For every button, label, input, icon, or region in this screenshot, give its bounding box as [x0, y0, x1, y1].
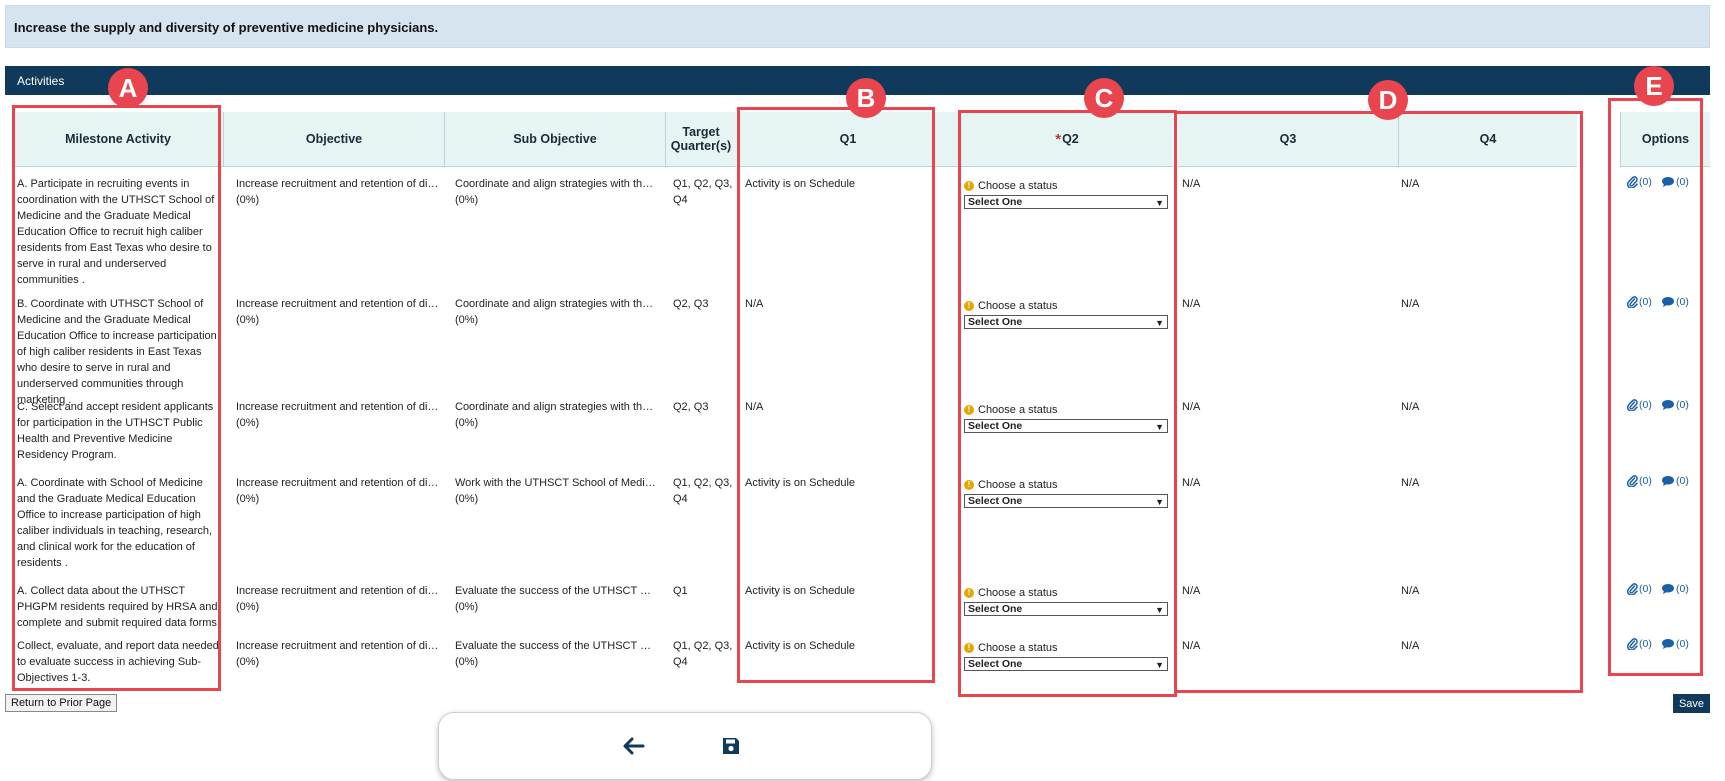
sub-objective-text: Coordinate and align strategies with the… — [455, 178, 658, 190]
target-quarters: Q2, Q3 — [673, 401, 709, 413]
target-quarters: Q1, Q2, Q3, Q4 — [673, 477, 733, 505]
objective-text: Increase recruitment and retention of di… — [236, 178, 439, 190]
sub-objective-text: Coordinate and align strategies with the… — [455, 298, 658, 310]
header-target-quarters: Target Quarter(s) — [666, 112, 736, 167]
sub-objective-percent: (0%) — [455, 601, 479, 613]
target-quarters: Q1, Q2, Q3, Q4 — [673, 640, 733, 668]
return-to-prior-page-button[interactable]: Return to Prior Page — [5, 694, 118, 712]
callout-box-c — [958, 110, 1177, 697]
objective-percent: (0%) — [236, 493, 260, 505]
callout-box-d — [1174, 111, 1583, 693]
callout-box-a — [12, 105, 221, 691]
objective-text: Increase recruitment and retention of di… — [236, 640, 439, 652]
objective-text: Increase recruitment and retention of di… — [236, 298, 439, 310]
sub-objective-percent: (0%) — [455, 417, 479, 429]
floppy-disk-icon[interactable] — [721, 736, 741, 756]
callout-box-e — [1608, 98, 1703, 676]
callout-badge-a: A — [108, 68, 148, 108]
objective-text: Increase recruitment and retention of di… — [236, 477, 439, 489]
sub-objective-percent: (0%) — [455, 493, 479, 505]
objective-text: Increase recruitment and retention of di… — [236, 585, 439, 597]
section-title: Activities — [17, 74, 65, 88]
sub-objective-percent: (0%) — [455, 314, 479, 326]
callout-badge-d: D — [1368, 80, 1408, 120]
callout-badge-c: C — [1084, 78, 1124, 118]
target-quarters: Q1, Q2, Q3, Q4 — [673, 178, 733, 206]
objective-percent: (0%) — [236, 656, 260, 668]
sub-objective-text: Evaluate the success of the UTHSCT PHGPM… — [455, 640, 658, 652]
target-quarters: Q1 — [673, 585, 688, 597]
callout-badge-e: E — [1634, 66, 1674, 106]
goal-banner: Increase the supply and diversity of pre… — [5, 5, 1710, 48]
objective-percent: (0%) — [236, 417, 260, 429]
arrow-left-icon[interactable] — [623, 737, 645, 755]
sub-objective-percent: (0%) — [455, 194, 479, 206]
save-button[interactable]: Save — [1673, 694, 1710, 713]
target-quarters: Q2, Q3 — [673, 298, 709, 310]
sub-objective-text: Evaluate the success of the UTHSCT PHGPM… — [455, 585, 658, 597]
callout-badge-b: B — [846, 78, 886, 118]
header-objective: Objective — [224, 112, 445, 167]
objective-percent: (0%) — [236, 194, 260, 206]
goal-title: Increase the supply and diversity of pre… — [14, 20, 439, 35]
callout-box-b — [737, 107, 935, 683]
objective-text: Increase recruitment and retention of di… — [236, 401, 439, 413]
sub-objective-text: Work with the UTHSCT School of Medicine — [455, 477, 658, 489]
header-sub-objective: Sub Objective — [445, 112, 666, 167]
sub-objective-text: Coordinate and align strategies with the… — [455, 401, 658, 413]
sub-objective-percent: (0%) — [455, 656, 479, 668]
objective-percent: (0%) — [236, 601, 260, 613]
objective-percent: (0%) — [236, 314, 260, 326]
bottom-toolbar — [438, 712, 932, 780]
